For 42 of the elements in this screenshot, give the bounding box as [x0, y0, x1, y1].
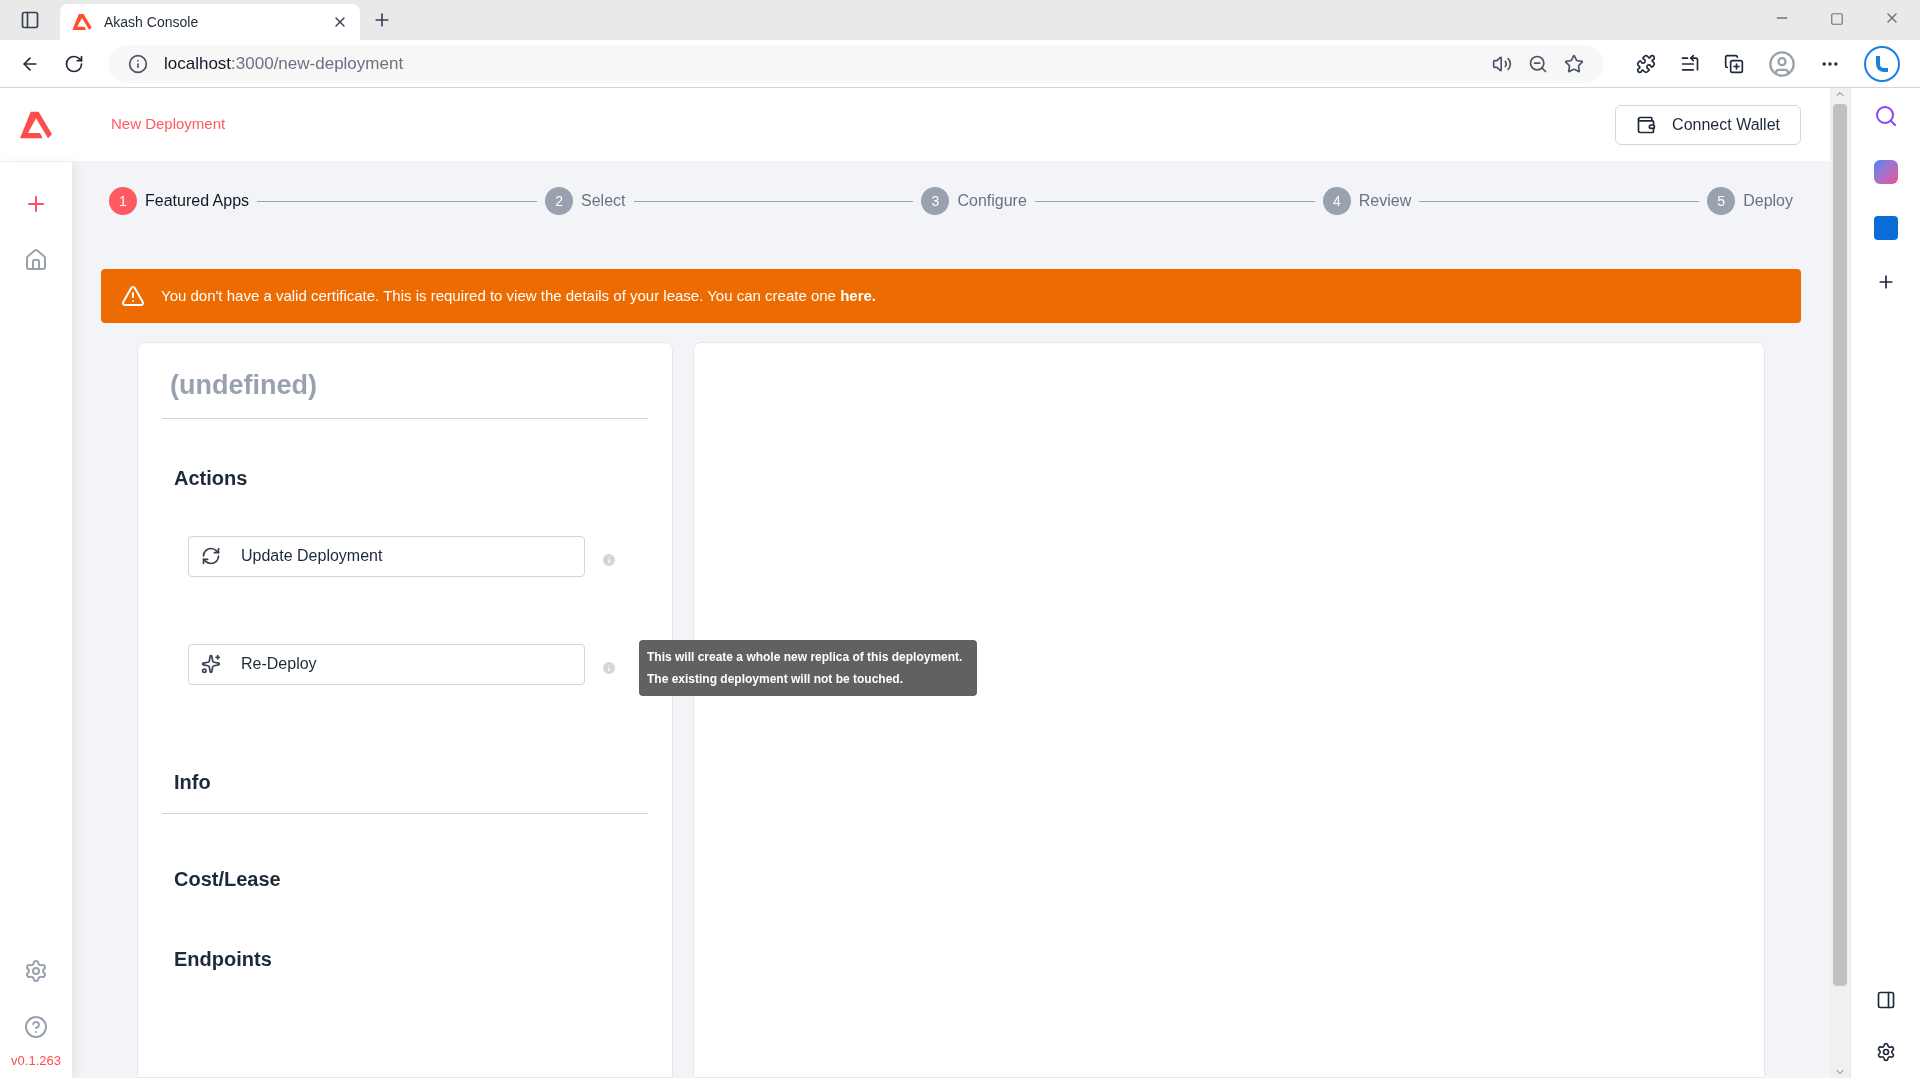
alert-message: You don't have a valid certificate. This is required to view the details of your lease. You can create one	[161, 286, 836, 304]
favorites-icon[interactable]	[1680, 53, 1700, 74]
action-button[interactable]: Re-Deploy	[188, 643, 585, 685]
add-favorite-icon[interactable]	[1564, 53, 1584, 74]
logo-icon[interactable]	[20, 110, 52, 139]
step[interactable]: 5 Deploy	[1707, 187, 1793, 215]
sparkle-icon	[201, 654, 221, 674]
connect-wallet-button[interactable]: Connect Wallet	[1615, 104, 1801, 145]
section-heading[interactable]: Cost/Lease	[162, 863, 648, 894]
tab-actions-icon[interactable]	[20, 10, 40, 30]
step[interactable]: 1 Featured Apps	[109, 187, 250, 215]
browser-tab[interactable]: Akash Console	[60, 4, 360, 40]
read-aloud-icon[interactable]	[1492, 53, 1512, 74]
wallet-icon	[1636, 114, 1657, 135]
restore-icon[interactable]	[1830, 12, 1844, 26]
page-title: New Deployment	[111, 114, 227, 135]
info-icon	[128, 53, 148, 74]
step[interactable]: 3 Configure	[921, 187, 1027, 215]
address-bar[interactable]: localhost:3000/new-deployment	[108, 44, 1604, 83]
section-heading[interactable]: Info	[162, 766, 648, 814]
reload-icon[interactable]	[64, 53, 84, 74]
card-title: (undefined)	[162, 343, 648, 419]
help-icon[interactable]	[24, 1014, 48, 1039]
section-heading[interactable]: Endpoints	[162, 943, 648, 974]
collections-icon[interactable]	[1724, 53, 1744, 74]
version-label: v0.1.263	[11, 1051, 61, 1070]
settings-icon[interactable]	[1875, 1042, 1896, 1062]
warning-icon	[121, 284, 145, 308]
tooltip-text: The existing deployment will not be touched.	[647, 671, 905, 688]
step[interactable]: 2 Select	[545, 187, 626, 215]
zoom-out-icon[interactable]	[1528, 53, 1548, 74]
section-heading: Actions	[173, 465, 249, 491]
sidebar-icon[interactable]	[1875, 990, 1896, 1010]
action-button[interactable]: Update Deployment	[188, 535, 585, 577]
tooltip-text: This will create a whole new replica of this deployment.	[647, 649, 964, 666]
profile-icon[interactable]	[1768, 49, 1796, 78]
home-icon[interactable]	[24, 248, 48, 272]
step[interactable]: 4 Review	[1322, 187, 1412, 215]
search-icon[interactable]	[1873, 104, 1898, 128]
refresh-icon	[201, 546, 221, 566]
logo-icon	[72, 14, 92, 30]
extensions-icon[interactable]	[1636, 53, 1656, 74]
